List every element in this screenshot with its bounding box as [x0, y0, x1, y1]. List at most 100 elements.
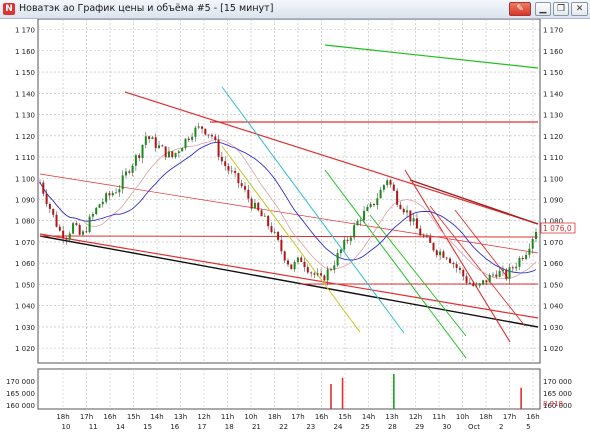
candle-down — [224, 161, 227, 166]
price-tick-label-right: 1 120 — [543, 133, 563, 141]
price-tick-label-left: 1 080 — [15, 218, 35, 226]
date-tick-label: 18 — [225, 423, 234, 431]
candle-up — [498, 270, 501, 277]
candle-down — [52, 208, 55, 215]
candle-down — [422, 235, 425, 237]
candle-down — [429, 237, 432, 243]
candle-up — [386, 180, 389, 186]
candle-down — [171, 151, 174, 158]
candle-up — [382, 185, 385, 190]
time-tick-label: 17h — [80, 413, 93, 421]
candle-up — [174, 152, 177, 158]
candle-up — [263, 215, 266, 217]
candle-down — [164, 146, 167, 158]
price-tick-label-right: 1 140 — [543, 90, 563, 98]
time-tick-label: 16h — [315, 413, 328, 421]
date-tick-label: 10 — [62, 423, 71, 431]
date-tick-label: 22 — [279, 423, 288, 431]
candle-up — [475, 285, 478, 287]
price-tick-label-left: 1 110 — [15, 154, 35, 162]
time-tick-label: 12h — [197, 413, 210, 421]
price-tick-label-left: 1 160 — [15, 48, 35, 56]
candle-down — [445, 257, 448, 259]
price-tick-label-left: 1 100 — [15, 175, 35, 183]
date-tick-label: 28 — [388, 423, 397, 431]
time-tick-label: 10h — [244, 413, 257, 421]
candle-down — [389, 180, 392, 185]
candle-down — [329, 269, 332, 271]
price-tick-label-right: 1 070 — [543, 239, 563, 247]
window-title: Новатэк ао График цены и объёма #5 - [15… — [19, 3, 274, 14]
candle-up — [118, 189, 121, 193]
candle-up — [349, 237, 352, 241]
candle-down — [287, 260, 289, 265]
minimize-button[interactable]: ▁ — [535, 2, 551, 16]
price-tick-label-left: 1 090 — [15, 196, 35, 204]
candle-up — [81, 231, 84, 235]
volume-tick-label-left: 165 000 — [6, 390, 35, 398]
volume-tick-label-right: 170 000 — [543, 378, 572, 386]
candle-down — [452, 263, 455, 265]
candle-up — [525, 254, 528, 260]
candle-up — [273, 231, 276, 233]
candle-down — [392, 184, 395, 191]
candle-down — [409, 210, 412, 222]
price-tick-label-right: 1 050 — [543, 281, 563, 289]
time-tick-label: 15h — [338, 413, 351, 421]
price-tick-label-right: 1 130 — [543, 112, 563, 120]
candle-up — [488, 274, 491, 283]
date-tick-label: 30 — [442, 423, 451, 431]
price-tick-label-right: 1 100 — [543, 175, 563, 183]
candle-down — [128, 171, 131, 173]
candle-up — [194, 127, 197, 137]
candle-up — [68, 233, 71, 240]
candle-up — [482, 280, 485, 284]
candle-up — [131, 165, 134, 173]
date-tick-label: 25 — [361, 423, 370, 431]
price-tick-label-right: 1 040 — [543, 303, 563, 311]
candle-down — [207, 134, 210, 136]
candle-down — [257, 202, 260, 211]
tools-button[interactable]: ✎ — [509, 2, 531, 16]
volume-panel — [37, 368, 541, 410]
volume-bar — [341, 377, 344, 409]
candle-up — [356, 220, 359, 226]
close-button[interactable]: ✕ — [571, 2, 588, 16]
candle-up — [167, 151, 170, 158]
price-tick-label-left: 1 050 — [15, 281, 35, 289]
date-tick-label: 24 — [334, 423, 343, 431]
chart-area[interactable]: 1 020 1 020 1 030 1 030 1 040 1 040 1 050 1 050… — [0, 18, 590, 435]
candle-down — [240, 183, 243, 187]
candle-up — [326, 269, 329, 281]
price-tick-label-left: 1 060 — [15, 260, 35, 268]
candle-down — [234, 170, 237, 174]
candle-down — [270, 226, 273, 233]
candle-down — [435, 250, 438, 256]
candle-up — [98, 204, 101, 208]
candle-down — [148, 136, 151, 139]
price-volume-chart[interactable]: 1 020 1 020 1 030 1 030 1 040 1 040 1 050 1 050… — [0, 18, 590, 435]
candle-up — [72, 223, 75, 234]
minimize-icon: ▁ — [539, 4, 547, 14]
candle-down — [303, 261, 306, 268]
candle-down — [323, 275, 326, 281]
candle-down — [346, 239, 349, 241]
time-tick-label: 17h — [291, 413, 304, 421]
candle-up — [439, 251, 442, 256]
candle-up — [111, 192, 114, 196]
date-tick-label: 23 — [306, 423, 315, 431]
candle-up — [115, 192, 118, 194]
chart-app-icon[interactable]: N — [3, 3, 15, 15]
date-tick-label: 11 — [89, 423, 98, 431]
candle-up — [144, 136, 147, 145]
candle-up — [105, 193, 108, 202]
candle-up — [508, 267, 511, 279]
price-tick-label-left: 1 040 — [15, 303, 35, 311]
price-panel — [37, 18, 541, 364]
price-tick-label-left: 1 120 — [15, 133, 35, 141]
date-tick-label: 2 — [499, 423, 503, 431]
restore-button[interactable]: ❐ — [553, 2, 569, 16]
candle-up — [191, 136, 194, 140]
candle-up — [296, 257, 299, 263]
candle-down — [425, 236, 428, 238]
